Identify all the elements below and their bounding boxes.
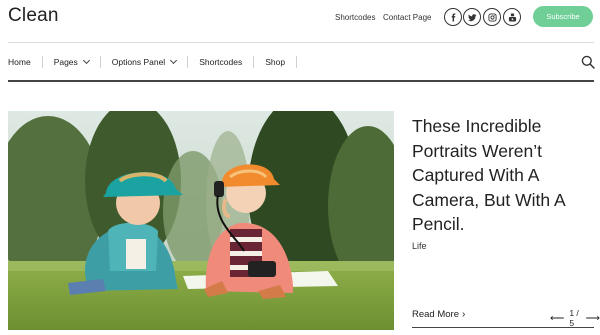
read-more-link[interactable]: Read More › — [412, 309, 465, 320]
youtube-icon[interactable] — [503, 8, 521, 26]
arrow-right-icon[interactable]: ⟶ — [586, 313, 600, 324]
site-logo[interactable]: Clean — [8, 5, 59, 27]
subscribe-button[interactable]: Subscribe — [533, 6, 593, 27]
nav-separator — [253, 56, 255, 68]
arrow-left-icon[interactable]: ⟵ — [550, 313, 564, 324]
chevron-down-icon — [170, 56, 178, 64]
nav-item-home[interactable]: Home — [8, 57, 31, 67]
nav-separator — [187, 56, 189, 68]
top-link-shortcodes[interactable]: Shortcodes — [335, 13, 375, 22]
nav-item-options-panel[interactable]: Options Panel — [112, 56, 178, 67]
nav-item-shop[interactable]: Shop — [265, 57, 285, 67]
main-nav: Home Pages Options Panel Shortcodes Shop — [8, 53, 308, 71]
facebook-icon[interactable] — [444, 8, 462, 26]
post-category[interactable]: Life — [412, 241, 427, 251]
content-divider — [412, 327, 594, 328]
read-more-label: Read More — [412, 309, 459, 320]
top-link-contact-page[interactable]: Contact Page — [383, 13, 431, 22]
top-bar: Clean Shortcodes Contact Page Subscribe — [0, 0, 600, 42]
nav-item-shortcodes[interactable]: Shortcodes — [199, 57, 242, 67]
nav-separator — [99, 56, 101, 68]
search-icon[interactable] — [581, 55, 595, 69]
slider-pager: ⟵ 1 / 5 ⟶ — [550, 308, 600, 328]
featured-image[interactable] — [8, 111, 394, 330]
nav-item-pages[interactable]: Pages — [54, 56, 90, 67]
instagram-icon[interactable] — [483, 8, 501, 26]
chevron-right-icon: › — [462, 309, 466, 320]
nav-divider — [8, 80, 594, 82]
header-divider — [8, 42, 594, 43]
nav-separator — [296, 56, 298, 68]
twitter-icon[interactable] — [463, 8, 481, 26]
slide-counter: 1 / 5 — [569, 308, 579, 328]
chevron-down-icon — [82, 56, 90, 64]
featured-headline[interactable]: These Incredible Portraits Weren’t Captu… — [412, 114, 598, 237]
nav-separator — [41, 56, 43, 68]
